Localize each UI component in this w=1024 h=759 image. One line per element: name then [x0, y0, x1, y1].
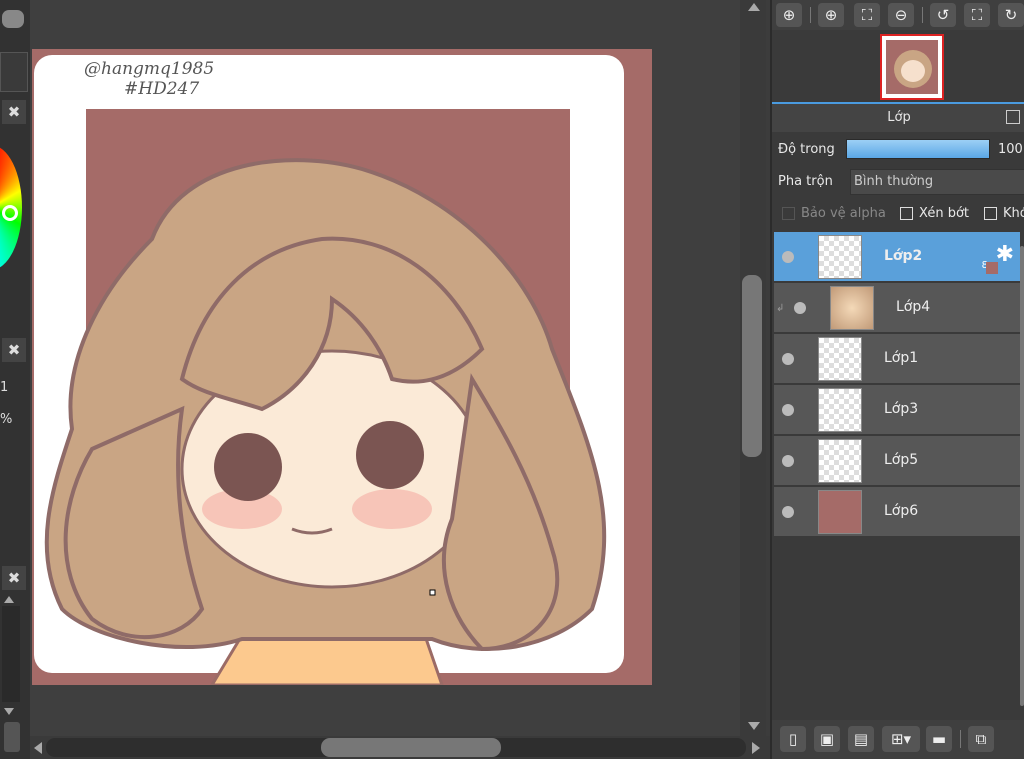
- protect-alpha-checkbox[interactable]: Bảo vệ alpha: [782, 206, 886, 221]
- toolbar-separator: [922, 7, 923, 23]
- checkbox-box[interactable]: [782, 207, 795, 220]
- layer-row[interactable]: Lớp2 8 ✱: [774, 232, 1020, 282]
- canvas-horizontal-scrollbar[interactable]: [30, 736, 770, 759]
- scroll-up-arrow[interactable]: [748, 3, 760, 11]
- left-scroll-box[interactable]: [4, 722, 20, 752]
- duplicate-layer-icon[interactable]: ⧉: [968, 726, 994, 752]
- add-layer-menu-icon[interactable]: ⊞▾: [882, 726, 920, 752]
- scroll-down-arrow[interactable]: [4, 708, 14, 715]
- layer-row[interactable]: ↲ Lớp4: [774, 283, 1020, 333]
- horizontal-scroll-thumb[interactable]: [321, 738, 501, 757]
- artwork[interactable]: @hangmq1985 #HD247: [32, 49, 652, 685]
- opacity-label: Độ trong: [778, 142, 835, 157]
- clipping-label: Xén bớt: [919, 206, 969, 221]
- new-layer-icon[interactable]: ▯: [780, 726, 806, 752]
- character-eye-left: [214, 433, 282, 501]
- layer-list-scrollbar[interactable]: [1020, 246, 1024, 706]
- scroll-right-arrow[interactable]: [752, 742, 760, 754]
- character-blush-right: [352, 489, 432, 529]
- toolbar-separator: [960, 730, 961, 748]
- fullscreen-icon[interactable]: ⛶: [964, 3, 990, 27]
- zoom-fit-icon[interactable]: ⊕: [776, 3, 802, 27]
- zoom-out-icon[interactable]: ⊖: [888, 3, 914, 27]
- layer-thumbnail: [830, 286, 874, 330]
- layer-thumbnail: [818, 235, 862, 279]
- layer-thumbnail: [818, 388, 862, 432]
- layer-name: Lớp4: [896, 299, 931, 315]
- character-illustration: [44, 158, 607, 685]
- thumbnail-face: [901, 60, 925, 82]
- scroll-down-arrow[interactable]: [748, 722, 760, 730]
- visibility-eye-icon[interactable]: [782, 353, 794, 365]
- layer-name: Lớp1: [884, 350, 919, 366]
- thumbnail-background: [886, 40, 938, 94]
- new-halftone-layer-icon[interactable]: ▣: [814, 726, 840, 752]
- lock-label: Khó: [1003, 206, 1024, 221]
- protect-alpha-label: Bảo vệ alpha: [801, 206, 886, 221]
- canvas-area[interactable]: @hangmq1985 #HD247: [30, 0, 740, 736]
- zoom-in-icon[interactable]: ⊕: [818, 3, 844, 27]
- layer-row[interactable]: Lớp1: [774, 334, 1020, 384]
- lock-checkbox[interactable]: Khó: [984, 206, 1024, 221]
- navigator-thumbnail[interactable]: [880, 34, 944, 100]
- character-eye-right: [356, 421, 424, 489]
- layer-name: Lớp5: [884, 452, 919, 468]
- opacity-row: Độ trong 100: [772, 136, 1024, 164]
- layer-row[interactable]: Lớp6: [774, 487, 1020, 537]
- close-icon[interactable]: ✖: [2, 100, 26, 124]
- scroll-up-arrow[interactable]: [4, 596, 14, 603]
- brush-opacity-unit: %: [0, 412, 13, 427]
- visibility-eye-icon[interactable]: [782, 251, 794, 263]
- layer-panel-title: Lớp: [887, 110, 911, 125]
- canvas-vertical-scrollbar[interactable]: [740, 0, 766, 740]
- layer-name: Lớp2: [884, 248, 923, 264]
- left-scroll-track[interactable]: [2, 606, 20, 702]
- visibility-eye-icon[interactable]: [782, 455, 794, 467]
- layer-options-row: Bảo vệ alpha Xén bớt Khó: [772, 202, 1024, 226]
- checkbox-box[interactable]: [984, 207, 997, 220]
- rotate-left-icon[interactable]: ↺: [930, 3, 956, 27]
- layer-row[interactable]: Lớp5: [774, 436, 1020, 486]
- layer-toolbar: ▯ ▣ ▤ ⊞▾ ▬ ⧉: [772, 720, 1024, 759]
- layer-thumbnail: [818, 337, 862, 381]
- opacity-value: 100: [998, 142, 1023, 157]
- left-panel-strip: ✖ ✖ 1 % ✖: [0, 0, 30, 759]
- close-icon[interactable]: ✖: [2, 566, 26, 590]
- visibility-eye-icon[interactable]: [794, 302, 806, 314]
- scroll-left-arrow[interactable]: [34, 742, 42, 754]
- close-icon[interactable]: ✖: [2, 338, 26, 362]
- navigator-preview[interactable]: [772, 30, 1024, 102]
- color-picker-ring[interactable]: [2, 205, 18, 221]
- right-panel: ⊕ ⊕ ⛶ ⊖ ↺ ⛶ ↻ Lớp Độ trong 100 Pha trộn …: [770, 0, 1024, 759]
- layer-list: Lớp2 8 ✱ ↲ Lớp4 Lớp1 Lớp3 Lớp5 Lớp6: [774, 232, 1020, 720]
- blend-mode-select[interactable]: Bình thường: [850, 169, 1024, 195]
- gear-icon[interactable]: ✱: [996, 242, 1014, 267]
- toolbar-separator: [810, 7, 811, 23]
- cursor-marker: [429, 589, 436, 596]
- rotate-right-icon[interactable]: ↻: [998, 3, 1024, 27]
- layer-thumbnail: [818, 490, 862, 534]
- layer-thumbnail: [818, 439, 862, 483]
- vertical-scroll-thumb[interactable]: [742, 275, 762, 457]
- left-empty-panel: [0, 52, 28, 92]
- layer-name: Lớp6: [884, 503, 919, 519]
- navigator-toolbar: ⊕ ⊕ ⛶ ⊖ ↺ ⛶ ↻: [772, 0, 1024, 30]
- new-folder-icon[interactable]: ▬: [926, 726, 952, 752]
- layer-row[interactable]: Lớp3: [774, 385, 1020, 435]
- left-scroll-thumb[interactable]: [2, 10, 24, 28]
- visibility-eye-icon[interactable]: [782, 506, 794, 518]
- visibility-eye-icon[interactable]: [782, 404, 794, 416]
- blend-mode-label: Pha trộn: [778, 174, 833, 189]
- new-1bit-layer-icon[interactable]: ▤: [848, 726, 874, 752]
- checkbox-box[interactable]: [900, 207, 913, 220]
- layer-panel-header: Lớp: [772, 102, 1024, 132]
- popout-icon[interactable]: [1006, 110, 1020, 124]
- fit-window-icon[interactable]: ⛶: [854, 3, 880, 27]
- clipping-checkbox[interactable]: Xén bớt: [900, 206, 969, 221]
- opacity-slider[interactable]: [846, 139, 990, 159]
- brush-size-value: 1: [0, 380, 9, 395]
- blend-row: Pha trộn Bình thường: [772, 168, 1024, 196]
- layer-name: Lớp3: [884, 401, 919, 417]
- clipping-indicator-icon: ↲: [776, 303, 785, 314]
